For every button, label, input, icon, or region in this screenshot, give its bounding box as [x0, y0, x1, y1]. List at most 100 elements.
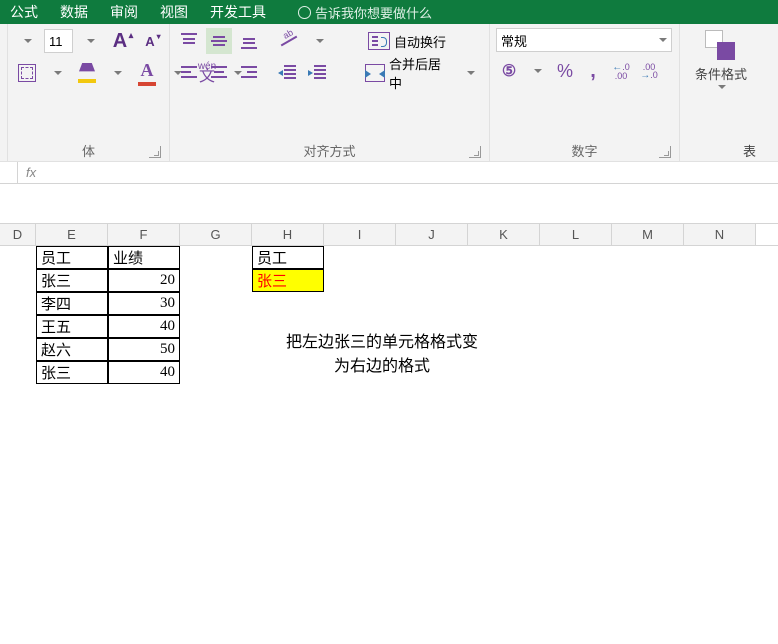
menu-bar: 公式 数据 审阅 视图 开发工具 告诉我你想要做什么: [0, 0, 778, 24]
currency-button[interactable]: ⑤: [496, 58, 522, 84]
cell[interactable]: 40: [108, 315, 180, 338]
decrease-indent-button[interactable]: [275, 60, 301, 86]
ribbon: 11 A▴ A▾ A wén文: [0, 24, 778, 162]
orientation-icon: [279, 31, 299, 51]
align-middle-button[interactable]: [206, 28, 232, 54]
decrease-font-button[interactable]: A▾: [137, 28, 163, 54]
paint-bucket-icon: [79, 63, 95, 77]
menu-devtools[interactable]: 开发工具: [210, 2, 266, 22]
menu-data[interactable]: 数据: [60, 2, 88, 22]
column-header-M[interactable]: M: [612, 224, 684, 245]
comma-style-button[interactable]: ,: [580, 58, 606, 84]
column-header-N[interactable]: N: [684, 224, 756, 245]
merge-center-button[interactable]: 合并后居中: [359, 60, 453, 86]
increase-font-button[interactable]: A▴: [107, 28, 133, 54]
cell[interactable]: 员工: [252, 246, 324, 269]
orientation-dropdown[interactable]: [306, 28, 332, 54]
cell[interactable]: 50: [108, 338, 180, 361]
worksheet: DEFGHIJKLMN 把左边张三的单元格格式变 为右边的格式 员工业绩张三20…: [0, 224, 778, 246]
tell-me-text: 告诉我你想要做什么: [315, 3, 432, 22]
currency-dropdown[interactable]: [524, 58, 550, 84]
conditional-formatting-icon: [705, 30, 737, 62]
align-right-button[interactable]: [236, 60, 262, 86]
font-group-label: 体: [82, 141, 95, 160]
column-header-J[interactable]: J: [396, 224, 468, 245]
orientation-button[interactable]: [276, 28, 302, 54]
align-top-button[interactable]: [176, 28, 202, 54]
align-group-label: 对齐方式: [303, 141, 355, 160]
percent-icon: %: [557, 61, 573, 82]
cell[interactable]: 40: [108, 361, 180, 384]
number-format-value: 常规: [501, 31, 527, 50]
instruction-note: 把左边张三的单元格格式变 为右边的格式: [252, 328, 512, 376]
percent-button[interactable]: %: [552, 58, 578, 84]
font-size-input[interactable]: 11: [44, 29, 73, 53]
group-font: 11 A▴ A▾ A wén文: [8, 24, 170, 161]
fx-icon[interactable]: fx: [18, 165, 44, 180]
column-headers: DEFGHIJKLMN: [0, 224, 778, 246]
cell[interactable]: 李四: [36, 292, 108, 315]
align-left-button[interactable]: [176, 60, 202, 86]
note-line2: 为右边的格式: [252, 352, 512, 376]
currency-icon: ⑤: [502, 61, 516, 81]
border-icon: [18, 64, 36, 82]
number-format-combo[interactable]: 常规: [496, 28, 672, 52]
cell[interactable]: 赵六: [36, 338, 108, 361]
cell[interactable]: 员工: [36, 246, 108, 269]
merge-dropdown[interactable]: [457, 60, 483, 86]
column-header-L[interactable]: L: [540, 224, 612, 245]
conditional-formatting-label: 条件格式: [695, 64, 747, 83]
increase-decimal-icon: ←.0.00: [612, 63, 630, 80]
cell[interactable]: 30: [108, 292, 180, 315]
fill-color-dropdown[interactable]: [104, 60, 130, 86]
column-header-I[interactable]: I: [324, 224, 396, 245]
merge-label: 合并后居中: [389, 54, 447, 92]
menu-formulas[interactable]: 公式: [10, 2, 38, 22]
column-header-D[interactable]: D: [0, 224, 36, 245]
cell[interactable]: 张三: [252, 269, 324, 292]
tell-me-hint[interactable]: 告诉我你想要做什么: [298, 3, 432, 22]
group-alignment: 自动换行 合并后居中 对齐方式: [170, 24, 490, 161]
menu-review[interactable]: 审阅: [110, 2, 138, 22]
decrease-indent-icon: [278, 65, 298, 81]
number-dialog-launcher[interactable]: [659, 146, 671, 158]
number-group-label: 数字: [571, 141, 597, 160]
cell[interactable]: 王五: [36, 315, 108, 338]
spacer: [0, 184, 778, 224]
conditional-formatting-button[interactable]: 条件格式: [686, 28, 756, 91]
borders-button[interactable]: [14, 60, 40, 86]
font-size-dropdown[interactable]: [77, 28, 103, 54]
borders-dropdown[interactable]: [44, 60, 70, 86]
increase-decimal-button[interactable]: ←.0.00: [608, 58, 634, 84]
align-dialog-launcher[interactable]: [469, 146, 481, 158]
cell[interactable]: 业绩: [108, 246, 180, 269]
increase-indent-icon: [308, 65, 328, 81]
menu-view[interactable]: 视图: [160, 2, 188, 22]
lightbulb-icon: [298, 6, 311, 19]
cell[interactable]: 张三: [36, 269, 108, 292]
column-header-H[interactable]: H: [252, 224, 324, 245]
formula-bar: fx: [0, 162, 778, 184]
font-color-button[interactable]: A: [134, 60, 160, 86]
comma-icon: ,: [590, 60, 596, 83]
note-line1: 把左边张三的单元格格式变: [252, 328, 512, 352]
font-dialog-launcher[interactable]: [149, 146, 161, 158]
fill-color-button[interactable]: [74, 60, 100, 86]
cell[interactable]: 张三: [36, 361, 108, 384]
column-header-E[interactable]: E: [36, 224, 108, 245]
formula-input[interactable]: [44, 162, 778, 183]
column-header-G[interactable]: G: [180, 224, 252, 245]
font-color-icon: A: [141, 60, 154, 81]
wrap-text-button[interactable]: 自动换行: [362, 28, 452, 54]
decrease-decimal-icon: .00→.0: [640, 63, 658, 80]
font-name-dropdown[interactable]: [14, 28, 40, 54]
name-box[interactable]: [0, 162, 18, 184]
group-styles: 条件格式 表: [680, 24, 762, 161]
column-header-K[interactable]: K: [468, 224, 540, 245]
cell[interactable]: 20: [108, 269, 180, 292]
align-bottom-button[interactable]: [236, 28, 262, 54]
column-header-F[interactable]: F: [108, 224, 180, 245]
increase-indent-button[interactable]: [305, 60, 331, 86]
align-center-button[interactable]: [206, 60, 232, 86]
decrease-decimal-button[interactable]: .00→.0: [636, 58, 662, 84]
